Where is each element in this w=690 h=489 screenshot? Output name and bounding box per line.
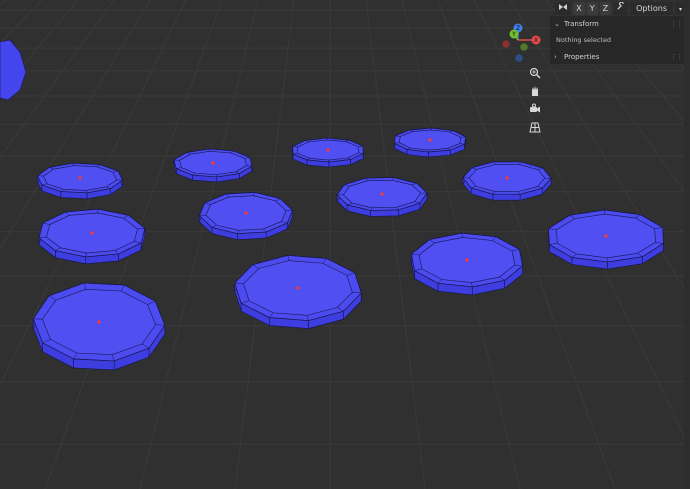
- perspective-toggle-button[interactable]: [526, 118, 544, 136]
- drag-grip-icon[interactable]: ⋮⋮: [670, 53, 683, 61]
- object-origin-dot: [380, 192, 384, 196]
- mirror-y-toggle[interactable]: Y: [586, 1, 598, 15]
- disc-mesh-object[interactable]: [38, 208, 146, 265]
- disc-mesh-object[interactable]: [198, 191, 294, 241]
- camera-icon: [530, 103, 540, 113]
- sidebar-scroll-edge[interactable]: [684, 0, 690, 489]
- disc-mesh-object[interactable]: [173, 148, 253, 183]
- disc-mesh-object[interactable]: [292, 137, 364, 168]
- viewport-scene: [0, 0, 690, 489]
- disc-side-face: [492, 193, 521, 201]
- gizmo-x-label: X: [534, 37, 538, 44]
- grid-line: [139, 0, 259, 489]
- object-origin-dot: [326, 148, 330, 152]
- butterfly-icon: [559, 3, 568, 10]
- camera-view-button[interactable]: [526, 100, 544, 118]
- transform-panel-header[interactable]: ⌄ Transform ⋮⋮: [554, 18, 683, 30]
- options-menu[interactable]: Options: [630, 1, 673, 15]
- disc-mesh-object[interactable]: [548, 209, 664, 270]
- viewport-header: X Y Z Options ▾: [555, 0, 690, 16]
- properties-panel-title: Properties: [564, 53, 600, 61]
- gizmo-y-label: Y: [511, 31, 516, 38]
- disc-side-face: [370, 209, 399, 217]
- disc-mesh-object[interactable]: [462, 161, 552, 201]
- 3d-viewport[interactable]: [0, 0, 690, 489]
- transform-panel-title: Transform: [564, 20, 599, 28]
- wrench-button[interactable]: [613, 0, 629, 15]
- chevron-right-icon: ›: [554, 53, 557, 61]
- grid-line: [365, 0, 426, 489]
- axis-gizmo-icon: Z Y X: [502, 23, 541, 62]
- disc-mesh-object[interactable]: [393, 127, 467, 158]
- mirror-z-toggle[interactable]: Z: [599, 1, 612, 15]
- disc-mesh-object[interactable]: [32, 282, 166, 371]
- object-origin-dot: [211, 161, 215, 165]
- drag-grip-icon[interactable]: ⋮⋮: [670, 20, 683, 28]
- object-origin-dot: [90, 231, 94, 235]
- chevron-down-icon: ▾: [678, 5, 682, 13]
- grid-perspective-icon: [529, 122, 541, 133]
- grid-line: [234, 0, 295, 489]
- disc-mesh-object[interactable]: [411, 232, 523, 296]
- partial-mesh-object[interactable]: [0, 39, 27, 101]
- object-origin-dot: [78, 176, 82, 180]
- chevron-down-icon: ⌄: [554, 20, 560, 28]
- wrench-icon: [617, 0, 624, 10]
- properties-panel-header[interactable]: › Properties ⋮⋮: [554, 51, 683, 63]
- object-origin-dot: [296, 286, 300, 290]
- disc-mesh-object[interactable]: [234, 255, 362, 329]
- disc-mesh-object[interactable]: [37, 162, 123, 200]
- viewport-tools: [526, 64, 546, 136]
- disc-mesh-object[interactable]: [336, 177, 428, 217]
- object-origin-dot: [505, 176, 509, 180]
- hand-icon: [532, 86, 538, 96]
- mirror-x-toggle[interactable]: X: [573, 1, 585, 15]
- object-origin-dot: [97, 320, 101, 324]
- pan-button[interactable]: [526, 82, 544, 100]
- object-origin-dot: [465, 258, 469, 262]
- mirror-toggle[interactable]: [555, 1, 572, 15]
- object-origin-dot: [604, 234, 608, 238]
- selection-info: Nothing selected: [556, 36, 612, 44]
- object-origin-dot: [244, 211, 248, 215]
- navigation-gizmo[interactable]: Z Y X: [496, 20, 546, 66]
- object-origin-dot: [428, 138, 432, 142]
- zoom-button[interactable]: [526, 64, 544, 82]
- magnifier-plus-icon: [529, 67, 541, 79]
- sidebar-panel: ⌄ Transform ⋮⋮ Nothing selected › Proper…: [550, 16, 684, 64]
